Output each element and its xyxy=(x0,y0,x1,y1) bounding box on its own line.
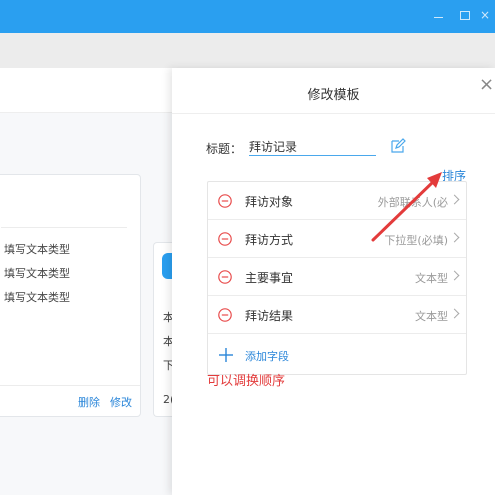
toolbar xyxy=(0,33,495,68)
window-close-icon[interactable]: × xyxy=(480,8,494,22)
field-row-visit-result[interactable]: 拜访结果 文本型 xyxy=(208,296,466,334)
plus-icon xyxy=(219,348,233,362)
template-card: 本 本 下 2( xyxy=(153,242,173,417)
remove-circle-icon[interactable] xyxy=(218,270,232,284)
field-name: 拜访对象 xyxy=(245,195,294,209)
chevron-right-icon xyxy=(449,232,460,243)
edit-icon[interactable] xyxy=(390,138,406,154)
edit-button[interactable]: 修改 xyxy=(110,394,132,410)
title-input[interactable] xyxy=(249,138,376,156)
annotation-text: 可以调换顺序 xyxy=(207,374,286,389)
chevron-right-icon xyxy=(449,308,460,319)
window-titlebar: × xyxy=(0,0,495,33)
template-card: 填写文本类型 填写文本类型 填写文本类型 删除 修改 xyxy=(0,174,141,417)
field-row-main-matters[interactable]: 主要事宜 文本型 xyxy=(208,258,466,296)
field-type: 外部联系人(必 xyxy=(377,196,448,209)
add-field-label: 添加字段 xyxy=(245,350,289,363)
field-row-visit-method[interactable]: 拜访方式 下拉型(必填) xyxy=(208,220,466,258)
edit-template-panel: 修改模板 × 标题： 排序 拜访对象 外部联系人(必 拜访方式 下拉型(必填) xyxy=(172,68,495,495)
remove-circle-icon[interactable] xyxy=(218,232,232,246)
field-type: 文本型 xyxy=(415,310,448,323)
card-field-row: 填写文本类型 xyxy=(4,243,70,256)
maximize-icon[interactable] xyxy=(458,8,472,22)
add-field-button[interactable]: 添加字段 xyxy=(208,334,466,374)
chevron-right-icon xyxy=(449,270,460,281)
divider xyxy=(0,385,140,386)
delete-button[interactable]: 删除 xyxy=(78,394,100,410)
card-field-row: 填写文本类型 xyxy=(4,267,70,280)
chevron-right-icon xyxy=(449,194,460,205)
field-row-visit-target[interactable]: 拜访对象 外部联系人(必 xyxy=(208,182,466,220)
minimize-icon[interactable] xyxy=(432,8,446,22)
field-name: 主要事宜 xyxy=(245,271,294,285)
remove-circle-icon[interactable] xyxy=(218,194,232,208)
field-type: 文本型 xyxy=(415,272,448,285)
title-label: 标题： xyxy=(206,142,243,156)
card-field-row: 填写文本类型 xyxy=(4,291,70,304)
template-list-area: 填写文本类型 填写文本类型 填写文本类型 删除 修改 本 本 下 2( xyxy=(0,68,173,495)
remove-circle-icon[interactable] xyxy=(218,308,232,322)
field-name: 拜访方式 xyxy=(245,233,294,247)
divider xyxy=(172,113,495,114)
field-list: 拜访对象 外部联系人(必 拜访方式 下拉型(必填) 主要事宜 文本型 拜访结果 … xyxy=(207,181,467,375)
field-name: 拜访结果 xyxy=(245,309,294,323)
field-type: 下拉型(必填) xyxy=(384,234,448,247)
divider xyxy=(1,227,127,228)
panel-title: 修改模板 xyxy=(307,88,360,103)
close-icon[interactable]: × xyxy=(479,76,495,94)
